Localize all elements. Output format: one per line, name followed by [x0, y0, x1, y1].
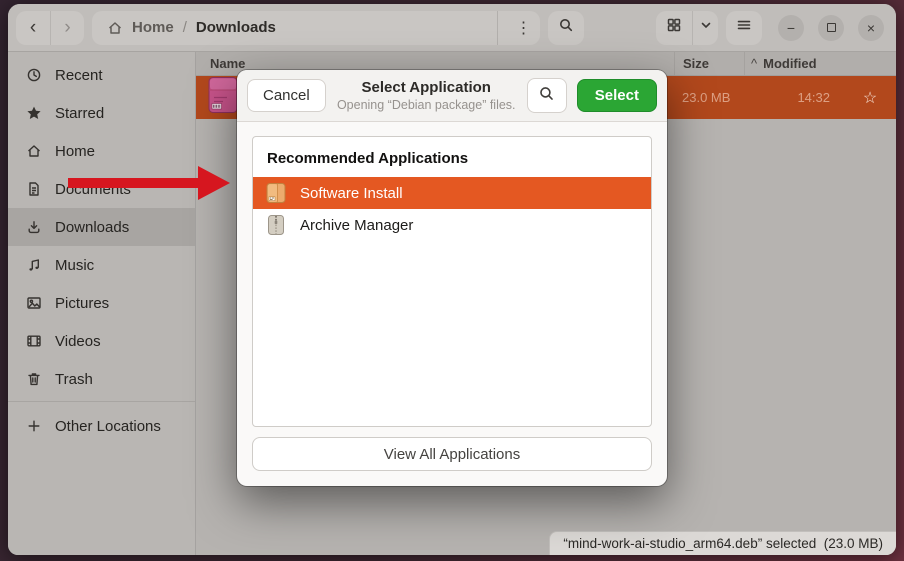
sidebar-item-videos[interactable]: Videos	[8, 322, 195, 360]
download-icon	[25, 219, 42, 236]
maximize-button[interactable]	[818, 15, 844, 41]
forward-icon: ›	[64, 17, 70, 39]
breadcrumb-current[interactable]: Downloads	[196, 19, 276, 36]
recommended-section-title: Recommended Applications	[253, 137, 651, 177]
sidebar-item-music[interactable]: Music	[8, 246, 195, 284]
sidebar-item-other-locations[interactable]: Other Locations	[8, 407, 195, 445]
kebab-menu-icon: ⋮	[516, 18, 532, 38]
plus-icon	[25, 418, 42, 435]
maximize-icon	[827, 23, 836, 32]
close-button[interactable]: ×	[858, 15, 884, 41]
hamburger-menu-icon	[736, 17, 752, 38]
picture-icon	[25, 295, 42, 312]
column-name-label: Name	[210, 56, 245, 71]
sidebar-item-recent[interactable]: Recent	[8, 56, 195, 94]
dialog-title-block: Select Application Opening “Debian packa…	[336, 78, 517, 114]
application-listbox: Recommended Applications Software Instal…	[252, 136, 652, 427]
select-application-dialog: Cancel Select Application Opening “Debia…	[237, 70, 667, 486]
view-options-dropdown-button[interactable]	[692, 11, 718, 45]
music-note-icon	[25, 257, 42, 274]
sidebar-item-label: Documents	[55, 181, 131, 198]
view-all-applications-button[interactable]: View All Applications	[252, 437, 652, 471]
sidebar: Recent Starred Home Documents Downloads …	[8, 52, 196, 555]
chevron-down-icon	[699, 18, 713, 37]
search-icon	[538, 85, 555, 106]
breadcrumb: Home / Downloads ⋮	[92, 11, 540, 45]
search-icon	[558, 17, 574, 38]
breadcrumb-home[interactable]: Home	[132, 19, 174, 36]
archive-manager-icon	[264, 213, 288, 237]
status-bar: “mind-work-ai-studio_arm64.deb” selected…	[549, 531, 896, 555]
sidebar-item-label: Starred	[55, 105, 104, 122]
dialog-body: Recommended Applications Software Instal…	[237, 122, 667, 486]
sidebar-item-label: Pictures	[55, 295, 109, 312]
window-controls: − ×	[778, 15, 884, 41]
sidebar-item-starred[interactable]: Starred	[8, 94, 195, 132]
star-toggle[interactable]: ☆	[844, 88, 896, 108]
sidebar-divider	[8, 401, 195, 402]
history-nav-group: ‹ ›	[16, 11, 84, 45]
dialog-headerbar: Cancel Select Application Opening “Debia…	[237, 70, 667, 122]
sidebar-item-label: Recent	[55, 67, 103, 84]
sidebar-item-label: Other Locations	[55, 418, 161, 435]
headerbar: ‹ › Home / Downloads ⋮	[8, 4, 896, 52]
close-icon: ×	[867, 21, 875, 35]
column-header-modified[interactable]: ^ Modified	[744, 52, 844, 75]
app-name: Software Install	[300, 185, 403, 202]
breadcrumb-separator: /	[183, 19, 187, 36]
home-icon	[106, 19, 123, 36]
deb-package-file-icon	[208, 76, 238, 119]
sidebar-item-pictures[interactable]: Pictures	[8, 284, 195, 322]
trash-icon	[25, 371, 42, 388]
file-size-value: 23.0 MB	[674, 90, 744, 105]
breadcrumb-divider	[497, 11, 498, 45]
sidebar-item-downloads[interactable]: Downloads	[8, 208, 195, 246]
app-name: Archive Manager	[300, 217, 413, 234]
app-row-archive-manager[interactable]: Archive Manager	[253, 209, 651, 241]
forward-button[interactable]: ›	[50, 11, 84, 45]
sidebar-item-trash[interactable]: Trash	[8, 360, 195, 398]
grid-view-icon	[666, 17, 682, 38]
minimize-icon: −	[787, 21, 795, 35]
star-outline-icon: ☆	[863, 90, 877, 107]
dialog-search-button[interactable]	[527, 78, 567, 113]
minimize-button[interactable]: −	[778, 15, 804, 41]
back-icon: ‹	[30, 17, 36, 39]
column-size-label: Size	[683, 56, 709, 71]
clock-icon	[25, 67, 42, 84]
sidebar-item-label: Downloads	[55, 219, 129, 236]
sidebar-item-label: Music	[55, 257, 94, 274]
sort-ascending-icon: ^	[751, 56, 757, 71]
star-icon	[25, 105, 42, 122]
sidebar-item-label: Trash	[55, 371, 93, 388]
selection-status-text: “mind-work-ai-studio_arm64.deb” selected…	[563, 536, 883, 551]
back-button[interactable]: ‹	[16, 11, 50, 45]
column-modified-label: Modified	[763, 56, 816, 71]
view-toggle-split-button	[656, 11, 718, 45]
sidebar-item-label: Home	[55, 143, 95, 160]
sidebar-item-documents[interactable]: Documents	[8, 170, 195, 208]
dialog-subtitle: Opening “Debian package” files.	[336, 97, 517, 113]
app-row-software-install[interactable]: Software Install	[253, 177, 651, 209]
software-install-icon	[264, 181, 288, 205]
select-button[interactable]: Select	[577, 79, 657, 112]
film-icon	[25, 333, 42, 350]
dialog-title: Select Application	[336, 78, 517, 98]
column-header-size[interactable]: Size	[674, 52, 744, 75]
document-icon	[25, 181, 42, 198]
sidebar-item-home[interactable]: Home	[8, 132, 195, 170]
grid-view-button[interactable]	[656, 11, 692, 45]
main-menu-button[interactable]	[726, 11, 762, 45]
path-menu-button[interactable]: ⋮	[507, 11, 540, 45]
cancel-button[interactable]: Cancel	[247, 79, 326, 112]
sidebar-item-label: Videos	[55, 333, 101, 350]
column-header-star	[844, 52, 896, 75]
file-modified-value: 14:32	[744, 90, 844, 105]
home-icon	[25, 143, 42, 160]
search-button[interactable]	[548, 11, 584, 45]
